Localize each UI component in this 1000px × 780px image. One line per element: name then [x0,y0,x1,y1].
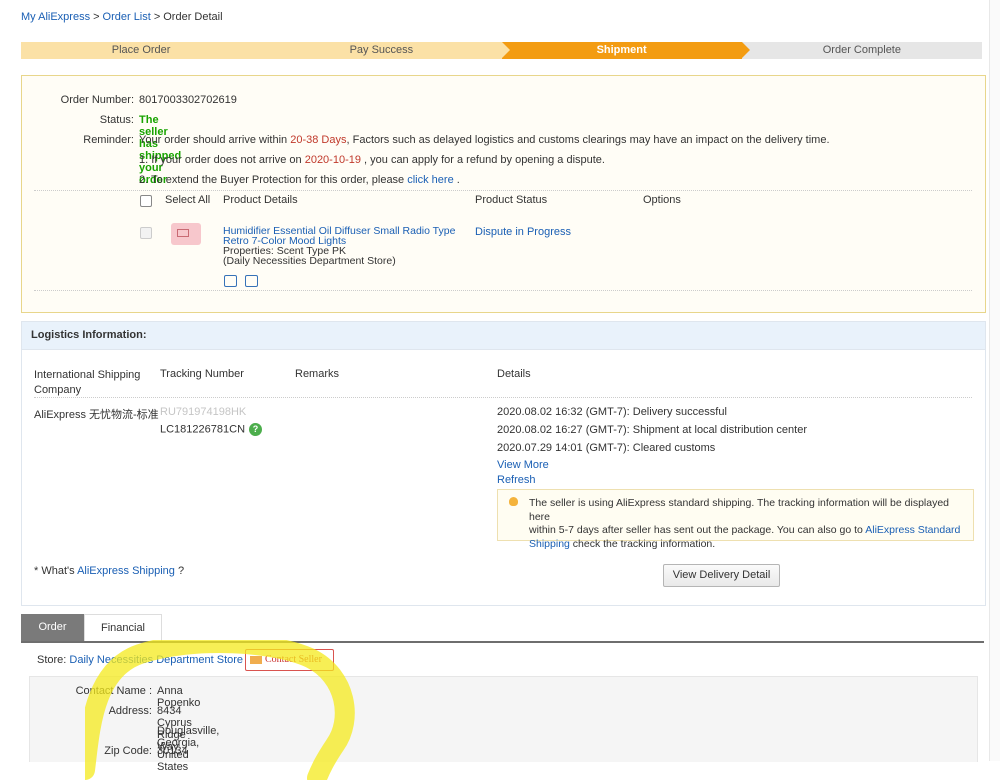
divider [34,290,972,291]
standard-shipping-link[interactable]: AliExpress Standard [865,524,960,536]
col-tracking-number: Tracking Number [160,368,244,380]
store-label: Store: [37,654,67,666]
notice-post: check the tracking information. [569,537,716,550]
note2-post: . [453,174,460,186]
shipping-notice: The seller is using AliExpress standard … [497,489,974,550]
step-pay-success: Pay Success [261,42,510,59]
select-all-label: Select All [165,194,211,206]
contact-seller-label: Contact Seller [265,654,322,665]
col-remarks: Remarks [295,368,340,380]
product-details-header: Product Details [223,194,298,206]
tracking-number: LC181226781CN? [160,423,263,436]
col-shipping-line2: Company [34,384,82,396]
zip-code: 30134 [157,745,188,757]
reminder-post: , Factors such as delayed logistics and … [346,134,830,146]
order-number: 8017003302702619 [139,94,237,106]
product-thumbnail[interactable] [171,223,201,245]
logistics-panel: Logistics Information: International Shi… [21,321,986,606]
note-refund: 1. If your order does not arrive on 2020… [139,154,605,166]
standard-shipping-link-cont[interactable]: Shipping [529,538,570,550]
lightbulb-icon [509,497,518,506]
note1-pre: 1. If your order does not arrive on [139,154,305,166]
shipping-address: Contact Name : Anna Popenko Address: 843… [29,676,978,773]
divider [34,190,972,191]
step-label: Order Complete [822,44,901,56]
whats-pre: * What's [34,565,78,577]
store-row: Store: Daily Necessities Department Stor… [37,654,243,666]
note1-date: 2020-10-19 [304,154,361,166]
refresh-link[interactable]: Refresh [497,474,536,486]
tab-order[interactable]: Order [21,614,84,641]
step-arrow [501,42,510,58]
logistics-title: Logistics Information: [22,322,985,350]
notice-text: The seller is using AliExpress standard … [529,497,969,551]
snapshot-icon[interactable] [224,275,237,287]
click-here-link[interactable]: click here [407,174,453,186]
breadcrumb-sep: > [153,11,161,23]
order-number-label: Order Number: [60,94,134,106]
zip-label: Zip Code: [104,745,152,757]
aliexpress-shipping-link[interactable]: AliExpress Shipping [77,565,175,577]
step-label: Place Order [111,44,171,56]
step-label: Pay Success [349,44,414,56]
scrollbar[interactable] [989,0,1000,761]
breadcrumb-order-list[interactable]: Order List [103,11,151,23]
breadcrumb-current: Order Detail [163,11,223,23]
reminder-days: 20-38 Days [290,134,347,146]
address-label: Address: [108,705,152,717]
col-details: Details [497,368,531,380]
product-checkbox[interactable] [140,227,152,239]
store-link[interactable]: Daily Necessities Department Store [69,654,243,666]
notice-line1: The seller is using AliExpress standard … [529,497,950,523]
step-label: Shipment [596,44,647,56]
tracking-event: 2020.08.02 16:32 (GMT-7): Delivery succe… [497,406,727,418]
reminder-label: Reminder: [83,134,134,146]
col-shipping-company: International Shipping Company [34,368,140,398]
tracking-event: 2020.07.29 14:01 (GMT-7): Cleared custom… [497,442,716,454]
shipping-company: AliExpress 无忧物流-标准 [34,409,159,421]
whats-post: ? [174,565,185,577]
divider [34,397,972,398]
note-protection: 2. To extend the Buyer Protection for th… [139,174,460,186]
product-store: (Daily Necessities Department Store) [223,255,396,267]
step-shipment: Shipment [501,42,750,59]
tracking-number-old: RU791974198HK [160,406,247,418]
whats-shipping: * What's AliExpress Shipping ? [34,565,184,577]
note1-post: , you can apply for a refund by opening … [360,154,605,166]
contact-name-label: Contact Name : [75,685,152,697]
col-shipping-line1: International Shipping [34,369,141,381]
view-more-link[interactable]: View More [497,459,549,471]
reminder-pre: Your order should arrive within [139,134,291,146]
detail-tabs: Order Financial [21,614,984,643]
breadcrumb-my-aliexpress[interactable]: My AliExpress [21,11,90,23]
view-delivery-detail-button[interactable]: View Delivery Detail [663,564,780,587]
select-all-checkbox[interactable] [140,195,152,207]
tracking-number-value: LC181226781CN [160,423,246,436]
step-arrow [741,42,750,58]
step-place-order: Place Order [21,42,270,59]
product-status-link[interactable]: Dispute in Progress [475,226,571,238]
breadcrumb-sep: > [93,11,100,23]
status-label: Status: [99,114,134,126]
invoice-icon[interactable] [245,275,258,287]
product-status-header: Product Status [475,194,548,206]
help-icon[interactable]: ? [249,423,263,436]
tab-financial[interactable]: Financial [84,614,162,641]
order-summary: Order Number: 8017003302702619 Status: T… [21,75,986,313]
note2-pre: 2. To extend the Buyer Protection for th… [139,174,408,186]
contact-seller-button[interactable]: Contact Seller [245,649,334,671]
step-arrow [261,42,270,58]
step-order-complete: Order Complete [741,42,982,59]
envelope-icon [250,655,262,664]
options-header: Options [643,194,681,206]
notice-line2: within 5-7 days after seller has sent ou… [529,524,866,536]
tracking-event: 2020.08.02 16:27 (GMT-7): Shipment at lo… [497,424,808,436]
reminder-text: Your order should arrive within 20-38 Da… [139,134,830,146]
order-progress: Place Order Pay Success Shipment Order C… [21,42,982,59]
breadcrumb: My AliExpress > Order List > Order Detail [21,11,223,23]
product-info: Humidifier Essential Oil Diffuser Small … [223,226,455,267]
